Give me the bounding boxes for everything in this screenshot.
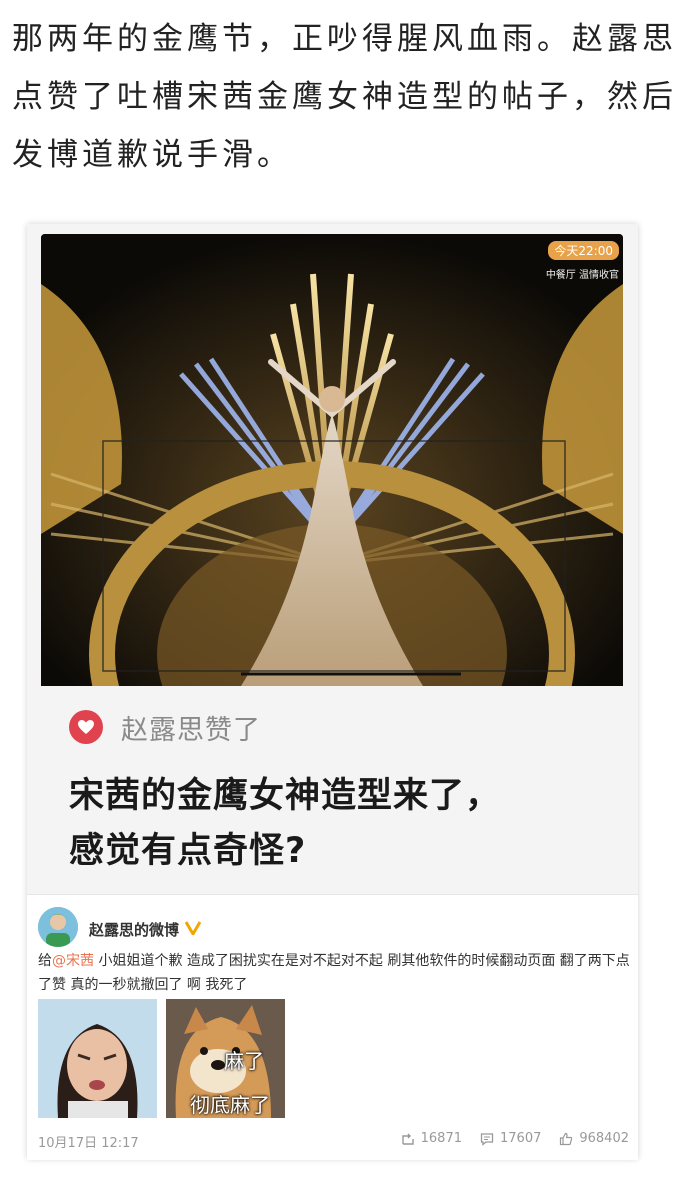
verified-v-icon bbox=[184, 920, 202, 939]
post-title-line-1: 宋茜的金鹰女神造型来了， bbox=[69, 776, 502, 816]
weibo-username[interactable]: 赵露思的微博 bbox=[89, 919, 179, 940]
meme-caption-bottom: 彻底麻了 bbox=[190, 1093, 270, 1117]
meme-caption-top: 麻了 bbox=[224, 1049, 264, 1073]
attached-photo-1[interactable] bbox=[38, 999, 157, 1118]
weibo-text-prefix: 给 bbox=[38, 953, 52, 969]
intro-paragraph: 那两年的金鹰节，正吵得腥风血雨。赵露思点赞了吐槽宋茜金鹰女神造型的帖子，然后发博… bbox=[12, 21, 677, 173]
broadcast-channel-label: 中餐厅 温情收官 bbox=[545, 270, 619, 281]
gala-stage-photo: 今天22:00 中餐厅 温情收官 bbox=[41, 234, 623, 686]
broadcast-time-badge: 今天22:00 bbox=[548, 241, 619, 260]
weibo-text-body: 小姐姐道个歉 造成了困扰实在是对不起对不起 刷其他软件的时候翻动页面 翻了两下点… bbox=[38, 953, 630, 993]
liked-by-row: 赵露思赞了 bbox=[69, 709, 261, 746]
attached-photo-2[interactable]: 麻了 彻底麻了 bbox=[166, 999, 285, 1118]
weibo-text: 给@宋茜 小姐姐道个歉 造成了困扰实在是对不起对不起 刷其他软件的时候翻动页面 … bbox=[38, 949, 630, 997]
like-button[interactable]: 968402 bbox=[559, 1131, 629, 1146]
screenshot-card: 今天22:00 中餐厅 温情收官 赵露思赞了 宋茜的金鹰女神造型来了， 感觉有点… bbox=[27, 224, 638, 1160]
post-title[interactable]: 宋茜的金鹰女神造型来了， 感觉有点奇怪? bbox=[69, 769, 609, 879]
post-title-line-2: 感觉有点奇怪? bbox=[69, 831, 307, 871]
thumbs-up-icon bbox=[560, 1132, 573, 1145]
like-count: 968402 bbox=[579, 1131, 629, 1146]
weibo-post: 赵露思的微博 给@宋茜 小姐姐道个歉 造成了困扰实在是对不起对不起 刷其他软件的… bbox=[27, 894, 638, 1160]
repost-button[interactable]: 16871 bbox=[401, 1131, 462, 1146]
repost-count: 16871 bbox=[420, 1131, 462, 1146]
comment-button[interactable]: 17607 bbox=[480, 1131, 541, 1146]
avatar[interactable] bbox=[38, 907, 78, 947]
liked-by-label: 赵露思赞了 bbox=[121, 714, 261, 746]
comment-count: 17607 bbox=[500, 1131, 542, 1146]
mention-link[interactable]: @宋茜 bbox=[52, 953, 94, 969]
repost-icon bbox=[401, 1133, 414, 1145]
stage-illustration bbox=[41, 234, 623, 686]
crying-woman-image bbox=[38, 999, 157, 1118]
comment-icon bbox=[480, 1132, 494, 1146]
broadcast-overlay: 今天22:00 中餐厅 温情收官 bbox=[546, 240, 619, 281]
post-stats: 16871 17607 968402 bbox=[401, 1131, 629, 1146]
heart-icon bbox=[69, 710, 103, 744]
post-timestamp[interactable]: 10月17日 12:17 bbox=[38, 1132, 139, 1151]
